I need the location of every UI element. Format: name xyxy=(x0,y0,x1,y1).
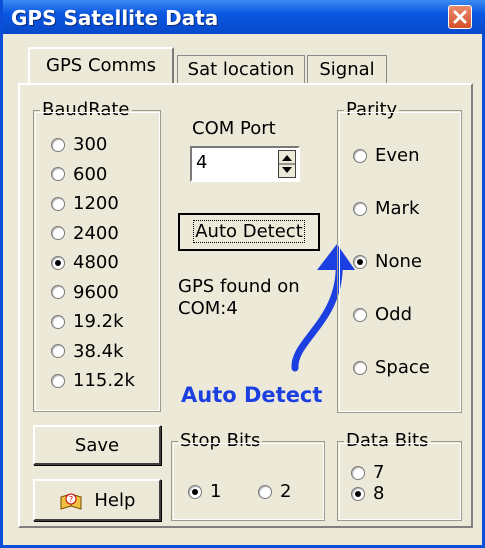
stop-bits-legend: Stop Bits xyxy=(178,430,263,451)
svg-text:?: ? xyxy=(68,495,72,504)
radio-indicator[interactable] xyxy=(258,484,272,499)
help-book-icon: ? xyxy=(60,493,82,510)
radio-label: 7 xyxy=(373,462,385,483)
spin-arrows-icon[interactable] xyxy=(278,150,296,178)
radio-label: 300 xyxy=(73,134,108,155)
baudrate-option[interactable]: 19.2k xyxy=(51,311,124,332)
radio-indicator[interactable] xyxy=(51,285,65,299)
radio-indicator[interactable] xyxy=(353,148,367,163)
stop-bits-option[interactable]: 2 xyxy=(258,481,291,502)
radio-indicator[interactable] xyxy=(353,307,367,322)
radio-label: 600 xyxy=(73,163,108,185)
parity-option[interactable]: Mark xyxy=(353,198,419,219)
baudrate-option[interactable]: 9600 xyxy=(51,282,119,303)
window-title: GPS Satellite Data xyxy=(11,6,219,30)
baudrate-option[interactable]: 2400 xyxy=(51,223,119,244)
gps-status-line2: COM:4 xyxy=(178,298,238,319)
radio-label: Even xyxy=(375,145,420,166)
parity-option[interactable]: Odd xyxy=(353,304,412,325)
close-icon xyxy=(453,10,467,24)
radio-indicator[interactable] xyxy=(51,373,65,388)
tab-signal[interactable]: Signal xyxy=(307,55,387,84)
data-bits-option[interactable]: 8 xyxy=(351,483,384,504)
parity-option[interactable]: None xyxy=(353,251,422,272)
tab-sat-location[interactable]: Sat location xyxy=(177,55,305,84)
tab-label: GPS Comms xyxy=(46,55,156,76)
radio-label: None xyxy=(375,251,422,272)
radio-indicator[interactable] xyxy=(353,360,367,375)
baudrate-option[interactable]: 600 xyxy=(51,164,107,185)
radio-label: Mark xyxy=(375,198,420,219)
com-port-label: COM Port xyxy=(192,118,276,139)
radio-indicator[interactable] xyxy=(188,484,202,499)
radio-indicator[interactable] xyxy=(351,486,365,501)
tab-label: Signal xyxy=(319,59,375,80)
title-bar[interactable]: GPS Satellite Data xyxy=(3,0,485,34)
radio-indicator[interactable] xyxy=(351,465,365,480)
radio-label: 19.2k xyxy=(73,311,124,332)
radio-indicator[interactable] xyxy=(51,167,65,181)
com-port-value: 4 xyxy=(196,152,208,173)
parity-option[interactable]: Space xyxy=(353,357,430,378)
com-port-stepper[interactable]: 4 xyxy=(190,146,300,182)
baudrate-option[interactable]: 4800 xyxy=(51,252,119,273)
radio-label: 9600 xyxy=(73,281,119,303)
radio-label: 115.2k xyxy=(73,370,135,391)
gps-window: GPS Satellite Data GPS Comms Sat locatio… xyxy=(0,0,485,548)
baudrate-legend: BaudRate xyxy=(40,99,132,120)
radio-indicator[interactable] xyxy=(353,201,367,216)
radio-label: 1200 xyxy=(73,193,119,214)
radio-indicator[interactable] xyxy=(51,226,65,240)
data-bits-legend: Data Bits xyxy=(344,430,431,451)
radio-label: 2 xyxy=(280,481,292,502)
auto-detect-annotation: Auto Detect xyxy=(181,383,323,407)
radio-label: 38.4k xyxy=(73,340,124,362)
baudrate-option[interactable]: 1200 xyxy=(51,193,119,214)
parity-option[interactable]: Even xyxy=(353,145,420,166)
radio-indicator[interactable] xyxy=(51,314,65,329)
radio-indicator[interactable] xyxy=(51,255,65,270)
radio-label: 8 xyxy=(373,483,385,504)
radio-label: Space xyxy=(375,357,430,378)
radio-label: 2400 xyxy=(73,222,119,244)
radio-indicator[interactable] xyxy=(51,137,65,152)
radio-label: 4800 xyxy=(73,252,119,273)
close-button[interactable] xyxy=(448,5,472,29)
save-button[interactable]: Save xyxy=(33,425,161,465)
baudrate-option[interactable]: 38.4k xyxy=(51,341,124,362)
radio-label: Odd xyxy=(375,304,413,325)
baudrate-option[interactable]: 115.2k xyxy=(51,370,135,391)
tab-label: Sat location xyxy=(187,59,295,80)
help-button[interactable]: ? Help xyxy=(33,479,161,521)
parity-legend: Parity xyxy=(344,99,400,120)
data-bits-option[interactable]: 7 xyxy=(351,462,384,483)
stop-bits-option[interactable]: 1 xyxy=(188,481,221,502)
radio-label: 1 xyxy=(210,481,222,502)
radio-indicator[interactable] xyxy=(51,344,65,358)
radio-indicator[interactable] xyxy=(51,196,65,211)
help-label: Help xyxy=(94,490,136,511)
tab-gps-comms[interactable]: GPS Comms xyxy=(28,47,174,85)
save-label: Save xyxy=(74,435,120,456)
baudrate-option[interactable]: 300 xyxy=(51,134,107,155)
radio-indicator[interactable] xyxy=(353,254,367,269)
